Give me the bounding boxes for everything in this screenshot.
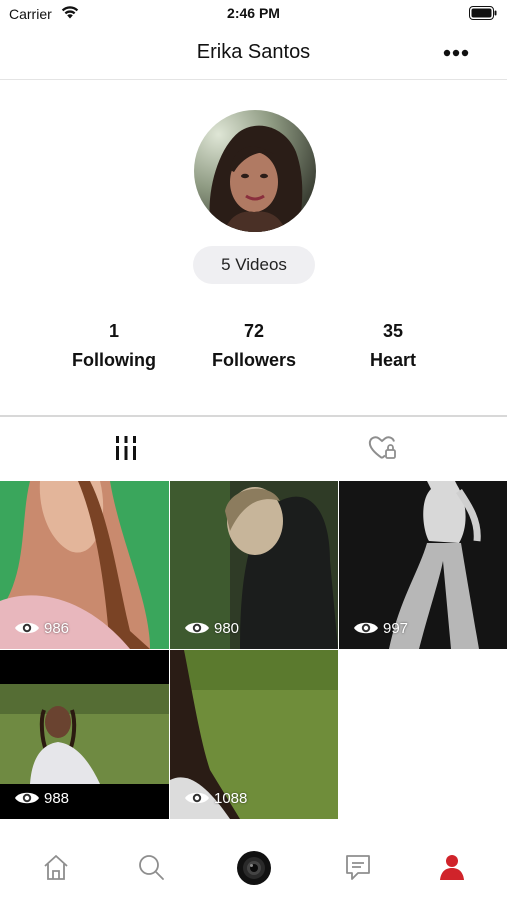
battery-icon [469, 6, 497, 20]
view-count-value: 988 [44, 789, 70, 807]
following-count: 1 [108, 321, 119, 341]
ellipsis-icon[interactable] [441, 43, 471, 63]
video-thumbnail-3[interactable]: 997 [339, 481, 507, 649]
following-label: Following [72, 350, 156, 370]
liked-heart-lock-icon[interactable] [366, 432, 398, 464]
heart-count: 35 [382, 321, 404, 341]
stat-heart[interactable]: 35 Heart [323, 318, 463, 371]
grid-bars-icon[interactable] [110, 432, 142, 464]
home-icon[interactable] [41, 852, 71, 882]
status-bar: Carrier 2:46 PM [0, 0, 507, 28]
camera-record-icon[interactable] [236, 850, 272, 886]
stat-following[interactable]: 1 Following [44, 318, 184, 371]
view-count: 997 [353, 619, 408, 637]
video-thumbnail-1[interactable]: 986 [0, 481, 169, 649]
stat-followers[interactable]: 72 Followers [184, 318, 324, 371]
messages-icon[interactable] [343, 852, 373, 882]
navigation-header: Erika Santos [0, 28, 507, 80]
view-count-value: 980 [214, 619, 240, 637]
view-count: 988 [14, 789, 69, 807]
video-thumbnail-5[interactable]: 1088 [170, 650, 338, 819]
view-count: 986 [14, 619, 69, 637]
view-count-value: 986 [44, 619, 70, 637]
clock-label: 2:46 PM [227, 5, 280, 21]
video-grid: 986 980 997 988 1088 [0, 481, 507, 819]
video-thumbnail-4[interactable]: 988 [0, 650, 169, 819]
view-count-value: 1088 [214, 789, 248, 807]
avatar[interactable] [194, 110, 316, 232]
profile-icon[interactable] [437, 852, 467, 882]
eye-icon [354, 622, 378, 634]
videos-count-badge: 5 Videos [193, 246, 315, 284]
section-divider [0, 415, 507, 417]
eye-icon [185, 792, 209, 804]
heart-label: Heart [369, 350, 417, 370]
view-count: 980 [184, 619, 239, 637]
bottom-tab-bar [0, 840, 507, 900]
video-thumbnail-2[interactable]: 980 [170, 481, 338, 649]
page-title: Erika Santos [196, 41, 311, 63]
eye-icon [185, 622, 209, 634]
followers-label: Followers [211, 350, 296, 370]
eye-icon [15, 622, 39, 634]
view-count: 1088 [184, 789, 247, 807]
followers-count: 72 [243, 321, 265, 341]
eye-icon [15, 792, 39, 804]
view-count-value: 997 [383, 619, 409, 637]
search-icon[interactable] [136, 852, 166, 882]
